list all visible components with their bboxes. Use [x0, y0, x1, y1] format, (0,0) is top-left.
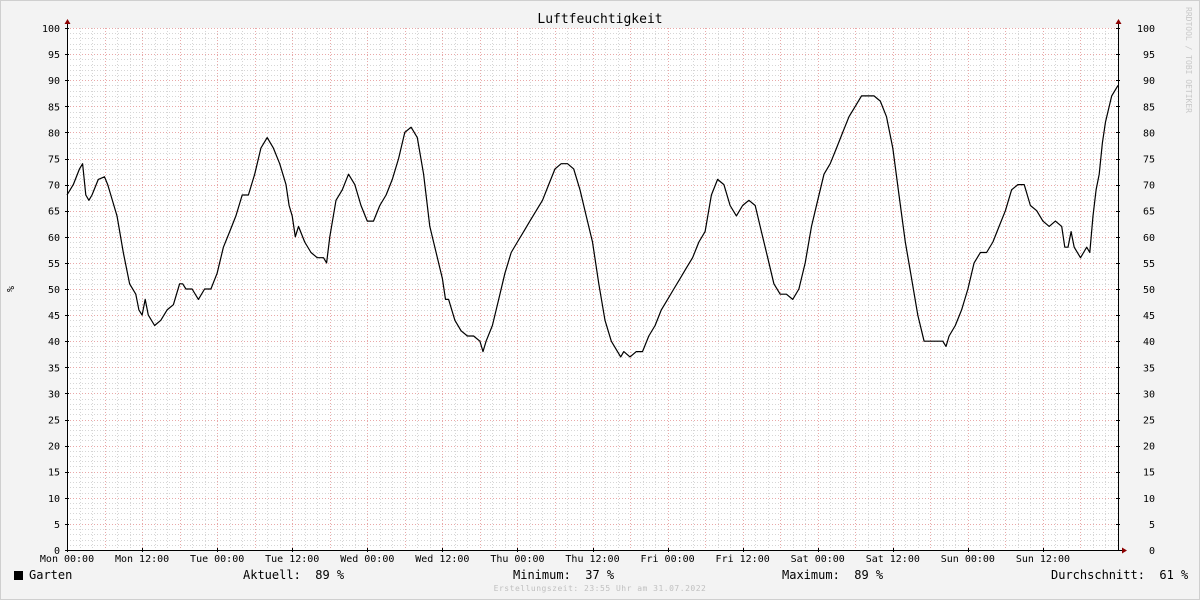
legend-series: Garten [14, 568, 72, 582]
y-tick-labels-right: 0 5 10 15 20 25 30 35 40 45 50 55 60 65 70 75 80 85 90 95 10… [1137, 24, 1155, 557]
y-tick-label-left: 35 [48, 363, 60, 374]
y-tick-label-left: 65 [48, 207, 60, 218]
y-tick-label-right: 65 [1143, 207, 1155, 218]
y-tick-label-right: 70 [1143, 181, 1155, 192]
x-tick-label: Tue 12:00 [265, 554, 319, 565]
y-tick-label-right: 80 [1143, 128, 1155, 139]
x-tick-label: Tue 00:00 [190, 554, 244, 565]
y-tick-label-right: 60 [1143, 233, 1155, 244]
legend-avg-label: Durchschnitt: [1051, 568, 1145, 582]
x-axis-arrow [1122, 547, 1127, 554]
y-tick-label-right: 10 [1143, 494, 1155, 505]
x-tick-label: Fri 12:00 [716, 554, 770, 565]
x-tick-label: Sun 00:00 [941, 554, 995, 565]
legend-max-label: Maximum: [782, 568, 840, 582]
legend-series-name: Garten [29, 568, 73, 582]
x-tick-label: Fri 00:00 [640, 554, 694, 565]
x-tick-label: Thu 12:00 [565, 554, 619, 565]
y-tick-label-right: 35 [1143, 363, 1155, 374]
x-tick-label: Wed 12:00 [415, 554, 469, 565]
y-tick-label-right: 90 [1143, 76, 1155, 87]
legend-maximum: Maximum: 89 % [782, 568, 883, 582]
x-tick-labels: Mon 00:00 Mon 12:00 Tue 00:00 Tue 12:00 Wed … [40, 554, 1070, 565]
x-tick-label: Sat 00:00 [791, 554, 845, 565]
x-tick-label: Mon 00:00 [40, 554, 94, 565]
y-tick-label-left: 60 [48, 233, 60, 244]
y-tick-label-left: 70 [48, 181, 60, 192]
legend-minimum: Minimum: 37 % [513, 568, 614, 582]
y-tick-label-left: 30 [48, 389, 60, 400]
y-tick-label-left: 75 [48, 155, 60, 166]
legend-min-label: Minimum: [513, 568, 571, 582]
y-tick-label-right: 25 [1143, 416, 1155, 427]
y-tick-labels-left: 0510152025303540455055606570758085909510… [42, 24, 60, 557]
legend-swatch [14, 571, 23, 580]
y-tick-label-left: 15 [48, 468, 60, 479]
legend-average: Durchschnitt: 61 % [1051, 568, 1188, 582]
x-tick-label: Sun 12:00 [1016, 554, 1070, 565]
x-tick-label: Wed 00:00 [340, 554, 394, 565]
y-tick-label-left: 100 [42, 24, 60, 35]
y-tick-label-right: 5 [1149, 520, 1155, 531]
y-tick-label-left: 90 [48, 76, 60, 87]
y-tick-label-left: 80 [48, 128, 60, 139]
y-tick-label-right: 95 [1143, 50, 1155, 61]
creation-time-footer: Erstellungszeit: 23:55 Uhr am 31.07.2022 [493, 584, 707, 593]
y-tick-label-right: 100 [1137, 24, 1155, 35]
x-tick-label: Sat 12:00 [866, 554, 920, 565]
legend-avg-value: 61 % [1159, 568, 1189, 582]
legend-min-value: 37 % [585, 568, 615, 582]
legend-current-label: Aktuell: [243, 568, 301, 582]
legend-current: Aktuell: 89 % [243, 568, 344, 582]
watermark: RRDTOOL / TOBI OETIKER [1184, 7, 1193, 113]
y-tick-label-left: 25 [48, 416, 60, 427]
y-axis-arrow-left [64, 19, 71, 24]
legend-current-value: 89 % [315, 568, 345, 582]
y-tick-label-left: 85 [48, 102, 60, 113]
y-tick-label-right: 40 [1143, 337, 1155, 348]
y-tick-label-left: 20 [48, 442, 60, 453]
y-tick-label-right: 55 [1143, 259, 1155, 270]
y-tick-label-left: 10 [48, 494, 60, 505]
humidity-chart: 0 5 10 15 20 25 30 35 40 45 50 55 60 65 70 75 80 85 90 95 10… [4, 7, 1193, 565]
y-tick-label-right: 20 [1143, 442, 1155, 453]
x-tick-label: Thu 00:00 [490, 554, 544, 565]
y-tick-label-right: 15 [1143, 468, 1155, 479]
y-tick-label-left: 55 [48, 259, 60, 270]
y-tick-label-right: 75 [1143, 155, 1155, 166]
chart-title: Luftfeuchtigkeit [537, 12, 662, 27]
y-tick-label-right: 0 [1149, 546, 1155, 557]
y-tick-label-right: 45 [1143, 311, 1155, 322]
y-tick-label-left: 50 [48, 285, 60, 296]
y-tick-label-right: 85 [1143, 102, 1155, 113]
y-tick-label-left: 5 [54, 520, 60, 531]
y-tick-label-right: 30 [1143, 389, 1155, 400]
y-tick-label-left: 95 [48, 50, 60, 61]
x-tick-label: Mon 12:00 [115, 554, 169, 565]
legend-max-value: 89 % [854, 568, 884, 582]
y-axis-arrow-right [1115, 19, 1122, 24]
y-tick-label-right: 50 [1143, 285, 1155, 296]
y-axis-label-left: % [4, 286, 15, 292]
y-tick-label-left: 40 [48, 337, 60, 348]
y-tick-label-left: 45 [48, 311, 60, 322]
